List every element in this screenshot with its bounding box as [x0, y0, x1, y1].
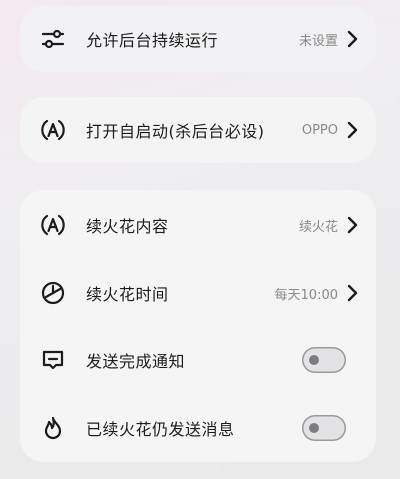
- chevron-right-icon: [346, 216, 358, 234]
- flame-icon: [40, 415, 66, 441]
- notify-row: 发送完成通知: [20, 330, 376, 390]
- resend-toggle[interactable]: [302, 415, 346, 441]
- toggle-knob: [309, 423, 319, 433]
- clock-icon: [40, 280, 66, 306]
- background-run-card: 允许后台持续运行 未设置: [20, 6, 376, 72]
- message-icon: [40, 347, 66, 373]
- chevron-right-icon: [346, 30, 358, 48]
- resend-label: 已续火花仍发送消息: [86, 420, 235, 439]
- notify-label: 发送完成通知: [86, 352, 186, 371]
- background-run-label: 允许后台持续运行: [86, 31, 219, 50]
- auto-start-label: 打开自启动(杀后台必设): [86, 122, 265, 141]
- time-value: 每天10:00: [274, 287, 338, 303]
- time-row[interactable]: 续火花时间 每天10:00: [20, 263, 376, 323]
- background-run-value: 未设置: [298, 33, 338, 49]
- content-label: 续火花内容: [86, 217, 169, 236]
- background-run-row[interactable]: 允许后台持续运行 未设置: [20, 9, 376, 69]
- auto-start-row[interactable]: 打开自启动(杀后台必设) OPPO: [20, 100, 376, 160]
- auto-start-card: 打开自启动(杀后台必设) OPPO: [20, 97, 376, 163]
- a-badge-icon: [40, 117, 66, 143]
- resend-row: 已续火花仍发送消息: [20, 398, 376, 458]
- notify-toggle[interactable]: [302, 347, 346, 373]
- content-row[interactable]: 续火花内容 续火花: [20, 195, 376, 255]
- time-label: 续火花时间: [86, 285, 169, 304]
- toggle-knob: [309, 355, 319, 365]
- sliders-icon: [40, 26, 66, 52]
- a-badge-icon: [40, 212, 66, 238]
- chevron-right-icon: [346, 121, 358, 139]
- content-value: 续火花: [298, 219, 338, 235]
- spark-settings-card: 续火花内容 续火花 续火花时间 每天10:00 发送完成通知 已续火花仍发送消息: [20, 190, 376, 462]
- chevron-right-icon: [346, 284, 358, 302]
- auto-start-value: OPPO: [301, 122, 338, 138]
